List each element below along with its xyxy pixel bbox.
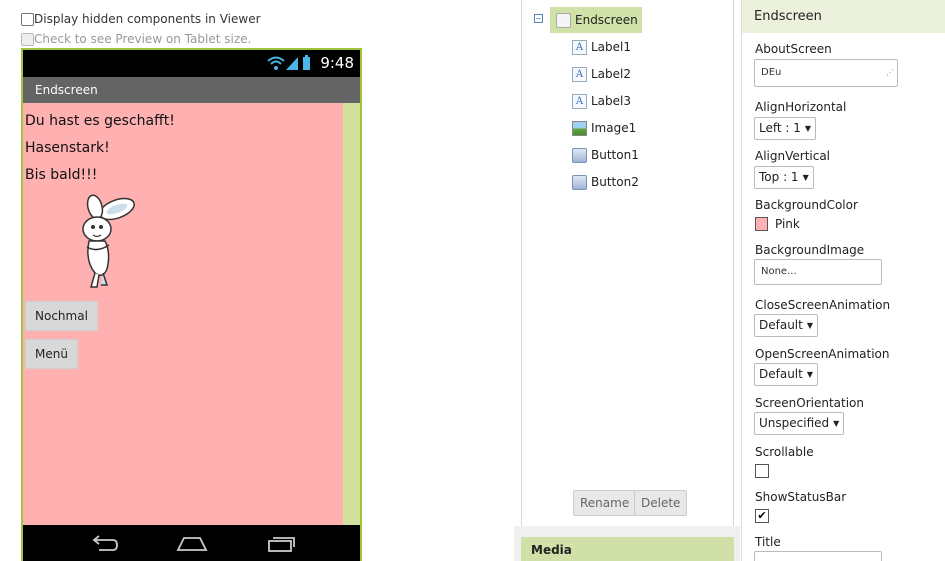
label2[interactable]: Hasenstark! xyxy=(25,140,110,156)
tree-root-endscreen[interactable]: Endscreen xyxy=(550,7,642,33)
hidden-components-checkbox[interactable] xyxy=(21,12,34,26)
status-bar: 9:48 xyxy=(23,50,360,77)
align-vertical-value: Top : 1 xyxy=(759,170,799,184)
back-icon[interactable] xyxy=(89,534,119,554)
label-icon: A xyxy=(572,39,587,55)
open-screen-animation-value: Default xyxy=(759,367,803,381)
hidden-components-label: Display hidden components in Viewer xyxy=(34,12,261,26)
nav-bar xyxy=(23,525,360,561)
properties-panel: Endscreen AboutScreen DEu ⋰ AlignHorizon… xyxy=(741,0,945,561)
close-screen-animation-select[interactable]: Default ▼ xyxy=(754,314,819,337)
status-icons xyxy=(267,54,313,76)
background-color-label: BackgroundColor xyxy=(755,198,858,212)
dropdown-caret-icon: ▼ xyxy=(833,419,840,428)
button-icon xyxy=(572,147,587,163)
about-screen-value: DEu xyxy=(761,67,782,78)
screen-title-bar: Endscreen xyxy=(23,77,360,103)
open-screen-animation-select[interactable]: Default ▼ xyxy=(754,363,819,386)
show-status-bar-checkbox[interactable]: ✔ xyxy=(755,509,769,523)
show-status-bar-label: ShowStatusBar xyxy=(755,490,847,504)
hidden-components-option[interactable]: Display hidden components in Viewer xyxy=(21,12,261,26)
tree-item-label: Label3 xyxy=(591,94,632,108)
home-icon[interactable] xyxy=(175,534,209,554)
screen-orientation-select[interactable]: Unspecified ▼ xyxy=(754,412,845,435)
resize-handle-icon[interactable]: ⋰ xyxy=(886,60,894,86)
tree-item-button2[interactable]: Button2 xyxy=(572,172,639,192)
tree-item-button1[interactable]: Button1 xyxy=(572,145,639,165)
phone-preview: 9:48 Endscreen Du hast es geschafft! Has… xyxy=(21,48,362,561)
recents-icon[interactable] xyxy=(266,534,296,554)
screen-orientation-value: Unspecified xyxy=(759,416,830,430)
tree-item-label: Image1 xyxy=(591,121,637,135)
close-screen-animation-value: Default xyxy=(759,318,803,332)
open-screen-animation-label: OpenScreenAnimation xyxy=(755,347,890,361)
align-horizontal-select[interactable]: Left : 1 ▼ xyxy=(754,117,817,140)
bunny-image[interactable] xyxy=(67,191,139,291)
status-time: 9:48 xyxy=(320,54,354,72)
tree-root-label: Endscreen xyxy=(575,13,638,27)
delete-button[interactable]: Delete xyxy=(634,490,688,516)
screen-icon xyxy=(556,12,571,28)
tablet-preview-checkbox[interactable] xyxy=(21,32,34,46)
tree-item-label3[interactable]: A Label3 xyxy=(572,91,631,111)
components-tree: − Endscreen A Label1 A Label2 A Label3 I… xyxy=(521,0,734,527)
label3[interactable]: Bis bald!!! xyxy=(25,167,97,183)
color-swatch[interactable] xyxy=(755,217,768,231)
tree-item-label1[interactable]: A Label1 xyxy=(572,37,631,57)
dropdown-caret-icon: ▼ xyxy=(802,173,809,182)
tree-item-label2[interactable]: A Label2 xyxy=(572,64,631,84)
properties-header: Endscreen xyxy=(742,0,945,33)
align-horizontal-value: Left : 1 xyxy=(759,121,801,135)
signal-battery-icon xyxy=(267,55,310,70)
nochmal-button[interactable]: Nochmal xyxy=(25,301,98,331)
close-screen-animation-label: CloseScreenAnimation xyxy=(755,298,891,312)
dropdown-caret-icon: ▼ xyxy=(804,124,812,133)
screen-orientation-label: ScreenOrientation xyxy=(755,396,865,410)
dropdown-caret-icon: ▼ xyxy=(806,321,814,330)
tablet-preview-label: Check to see Preview on Tablet size. xyxy=(34,32,252,46)
designer-root: Display hidden components in Viewer Chec… xyxy=(0,0,945,561)
scrollable-checkbox[interactable] xyxy=(755,464,769,478)
collapse-icon[interactable]: − xyxy=(534,14,543,23)
tablet-preview-option[interactable]: Check to see Preview on Tablet size. xyxy=(21,32,251,46)
checkmark-icon: ✔ xyxy=(757,509,767,522)
rename-button[interactable]: Rename xyxy=(573,490,637,516)
button-icon xyxy=(572,174,587,190)
media-header[interactable]: Media xyxy=(521,537,734,561)
tree-item-label: Button1 xyxy=(591,148,639,162)
about-screen-label: AboutScreen xyxy=(755,42,832,56)
title-input[interactable] xyxy=(754,551,882,561)
menu-button[interactable]: Menü xyxy=(25,339,78,369)
label-icon: A xyxy=(572,66,587,82)
tree-item-label: Label2 xyxy=(591,67,632,81)
background-image-input[interactable]: None... xyxy=(754,259,882,285)
tree-item-label: Label1 xyxy=(591,40,632,54)
label-icon: A xyxy=(572,93,587,109)
title-label: Title xyxy=(755,535,781,549)
image-icon xyxy=(572,120,587,136)
dropdown-caret-icon: ▼ xyxy=(806,370,814,379)
tree-item-image1[interactable]: Image1 xyxy=(572,118,636,138)
tree-item-label: Button2 xyxy=(591,175,639,189)
background-image-label: BackgroundImage xyxy=(755,243,865,257)
label1[interactable]: Du hast es geschafft! xyxy=(25,113,175,129)
align-horizontal-label: AlignHorizontal xyxy=(755,100,847,114)
background-color-value[interactable]: Pink xyxy=(775,217,800,231)
scrollable-label: Scrollable xyxy=(755,445,814,459)
align-vertical-label: AlignVertical xyxy=(755,149,831,163)
app-screen: Du hast es geschafft! Hasenstark! Bis ba… xyxy=(23,103,343,525)
about-screen-input[interactable]: DEu ⋰ xyxy=(754,59,898,87)
align-vertical-select[interactable]: Top : 1 ▼ xyxy=(754,166,814,189)
